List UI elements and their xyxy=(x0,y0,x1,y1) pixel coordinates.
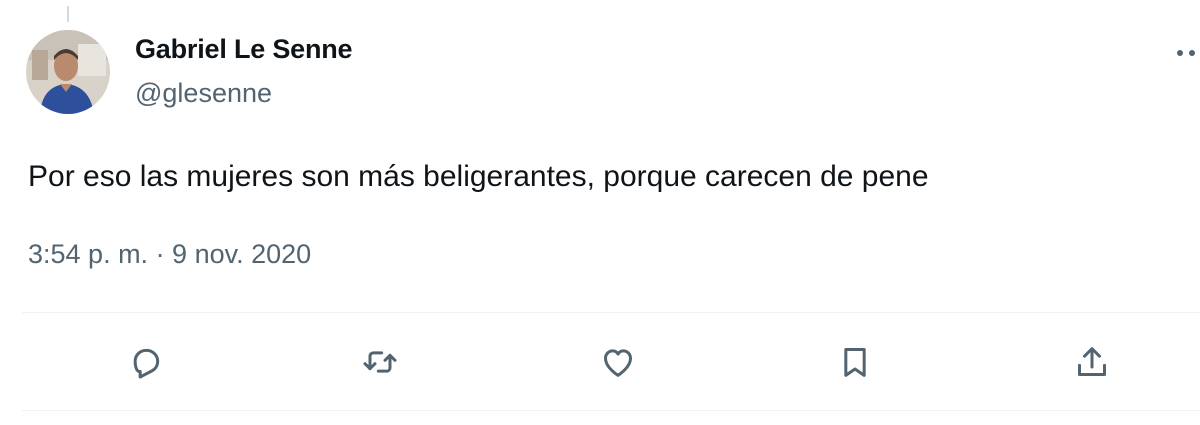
share-button[interactable] xyxy=(1070,342,1114,382)
more-options-button[interactable] xyxy=(1172,40,1200,66)
bookmark-button[interactable] xyxy=(833,342,877,382)
retweet-button[interactable] xyxy=(358,342,402,382)
divider xyxy=(22,312,1200,313)
profile-photo-icon xyxy=(26,30,110,114)
tweet-timestamp[interactable]: 3:54 p. m. · 9 nov. 2020 xyxy=(28,239,311,270)
tweet-text: Por eso las mujeres son más beligerantes… xyxy=(28,160,929,193)
retweet-icon xyxy=(363,351,397,373)
heart-icon xyxy=(604,349,632,377)
reply-icon xyxy=(133,348,160,379)
author-display-name[interactable]: Gabriel Le Senne xyxy=(135,34,353,65)
more-dots-icon xyxy=(1177,50,1195,56)
like-button[interactable] xyxy=(596,342,640,382)
bookmark-icon xyxy=(844,348,866,377)
avatar[interactable] xyxy=(26,30,110,114)
author-handle[interactable]: @glesenne xyxy=(135,78,272,109)
divider xyxy=(22,410,1200,411)
share-icon xyxy=(1078,347,1106,376)
thread-connector-line xyxy=(67,6,69,22)
reply-button[interactable] xyxy=(124,342,168,382)
